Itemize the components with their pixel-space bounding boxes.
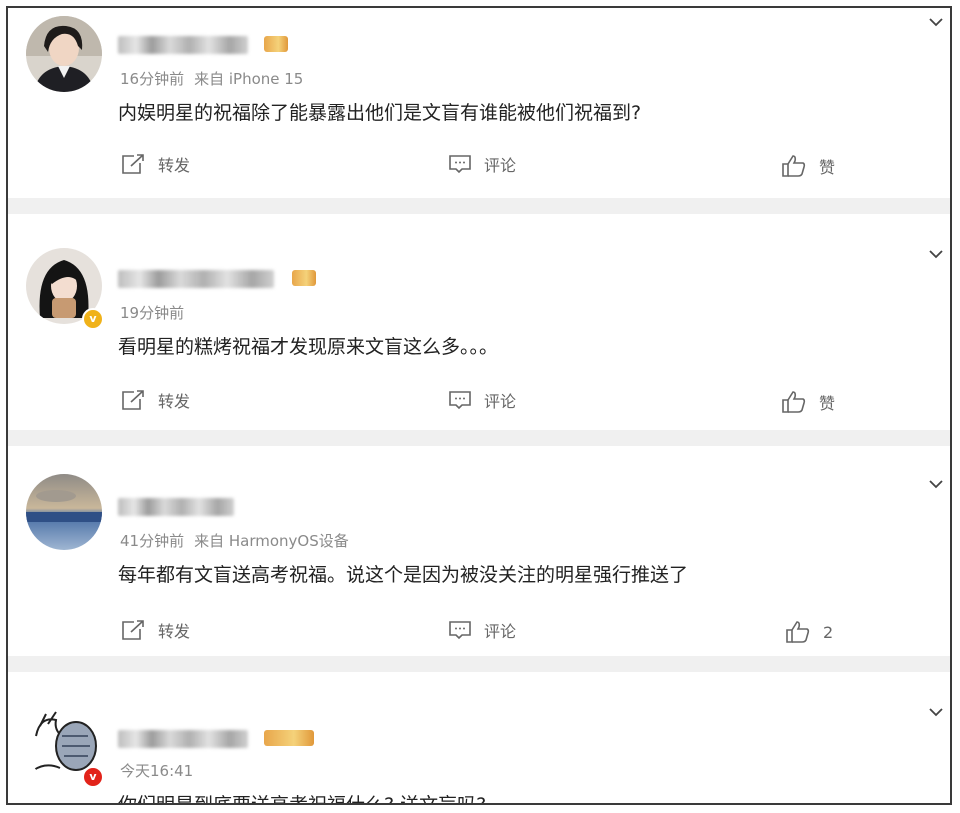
comment-card: v 19分钟前 看明星的糕烤祝福才发现原来文盲这么多。。。 转发 评论 赞: [8, 214, 950, 430]
like-label: 赞: [819, 394, 836, 413]
repost-icon: [122, 620, 144, 640]
comment-card: v 今天16:41 你们明星到底要送高考祝福什么? 送文盲吗?: [8, 672, 950, 805]
avatar[interactable]: [26, 16, 102, 92]
comment-icon: [449, 621, 471, 640]
repost-button[interactable]: 转发: [120, 152, 190, 176]
repost-icon: [122, 390, 144, 410]
comment-feed: 16分钟前 来自 iPhone 15 内娱明星的祝福除了能暴露出他们是文盲有谁能被…: [6, 6, 952, 805]
repost-button[interactable]: 转发: [120, 388, 190, 412]
thumbs-up-icon: [786, 621, 810, 643]
post-time: 19分钟前: [120, 304, 185, 322]
verified-badge-icon: v: [82, 766, 104, 788]
comment-text: 你们明星到底要送高考祝福什么? 送文盲吗?: [118, 794, 487, 805]
comment-button[interactable]: 评论: [448, 388, 516, 412]
username-redacted[interactable]: [118, 36, 248, 54]
comment-label: 评论: [484, 392, 517, 411]
comment-card: 41分钟前 来自 HarmonyOS设备 每年都有文盲送高考祝福。说这个是因为被没…: [8, 446, 950, 656]
post-meta: 19分钟前: [120, 302, 184, 323]
repost-button[interactable]: 转发: [120, 618, 190, 642]
post-time: 16分钟前: [120, 70, 185, 88]
post-meta: 16分钟前 来自 iPhone 15: [120, 68, 303, 89]
chevron-down-icon[interactable]: [928, 704, 944, 720]
chevron-down-icon[interactable]: [928, 476, 944, 492]
chevron-down-icon[interactable]: [928, 14, 944, 30]
comment-label: 评论: [484, 622, 517, 641]
comment-text: 每年都有文盲送高考祝福。说这个是因为被没关注的明星强行推送了: [118, 564, 689, 586]
chevron-down-icon[interactable]: [928, 246, 944, 262]
repost-label: 转发: [158, 392, 191, 411]
like-count: 2: [823, 622, 834, 642]
like-button[interactable]: 2: [785, 620, 833, 644]
post-time: 41分钟前: [120, 532, 185, 550]
username-redacted[interactable]: [118, 730, 248, 748]
like-label: 赞: [819, 158, 836, 177]
comment-icon: [449, 391, 471, 410]
comment-icon: [449, 155, 471, 174]
repost-label: 转发: [158, 622, 191, 641]
like-button[interactable]: 赞: [781, 154, 835, 178]
comment-button[interactable]: 评论: [448, 618, 516, 642]
comment-card: 16分钟前 来自 iPhone 15 内娱明星的祝福除了能暴露出他们是文盲有谁能被…: [8, 8, 950, 198]
avatar[interactable]: [26, 474, 102, 550]
verified-badge-icon: v: [82, 308, 104, 330]
post-meta: 今天16:41: [120, 760, 193, 781]
comment-label: 评论: [484, 156, 517, 175]
comment-button[interactable]: 评论: [448, 152, 516, 176]
username-redacted[interactable]: [118, 270, 274, 288]
post-meta: 41分钟前 来自 HarmonyOS设备: [120, 530, 349, 551]
like-button[interactable]: 赞: [781, 390, 835, 414]
member-badge-icon: [264, 36, 288, 52]
comment-text: 内娱明星的祝福除了能暴露出他们是文盲有谁能被他们祝福到?: [118, 102, 642, 124]
repost-icon: [122, 154, 144, 174]
post-time: 今天16:41: [120, 762, 194, 780]
member-badge-icon: [264, 730, 314, 746]
thumbs-up-icon: [782, 155, 806, 177]
username-redacted[interactable]: [118, 498, 234, 516]
post-source: 来自 HarmonyOS设备: [194, 532, 349, 550]
post-source: 来自 iPhone 15: [194, 70, 304, 88]
member-badge-icon: [292, 270, 316, 286]
thumbs-up-icon: [782, 391, 806, 413]
comment-text: 看明星的糕烤祝福才发现原来文盲这么多。。。: [118, 336, 499, 358]
repost-label: 转发: [158, 156, 191, 175]
